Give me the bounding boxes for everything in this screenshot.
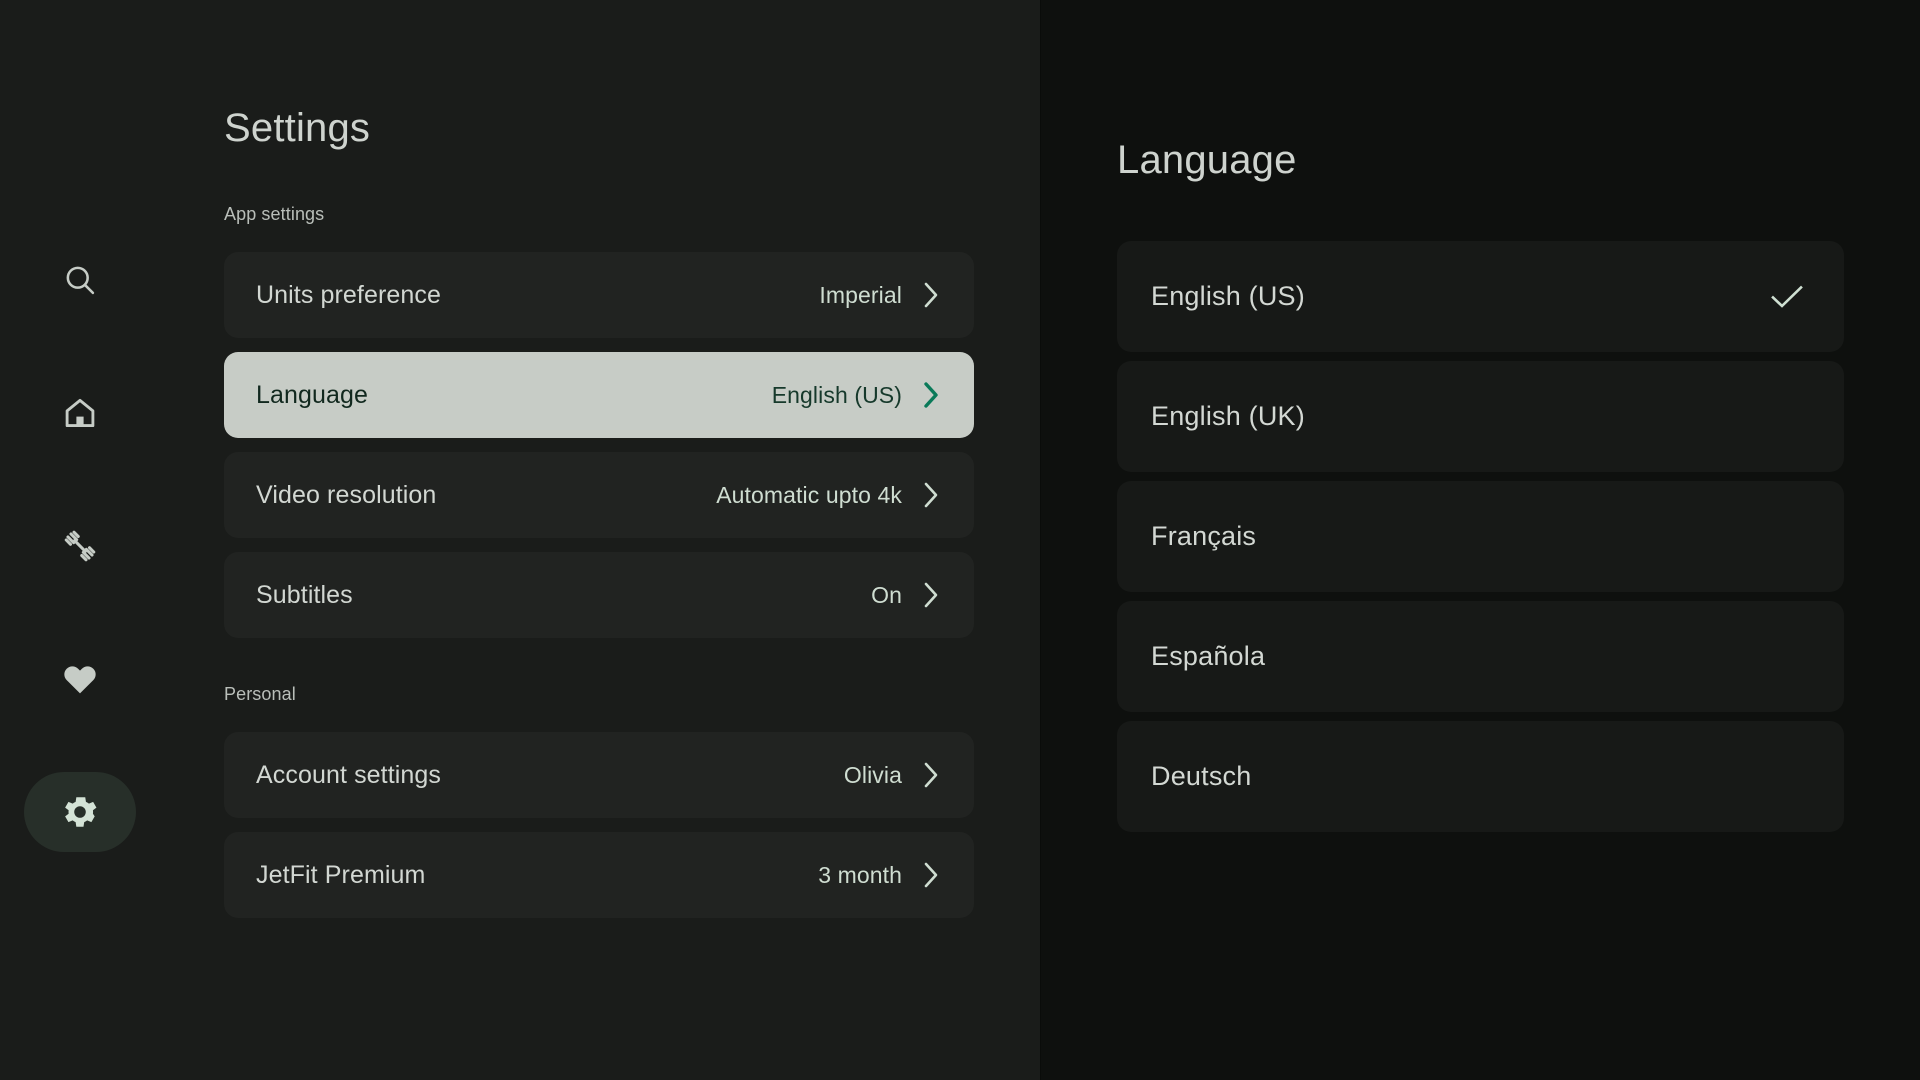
setting-value: Automatic upto 4k — [716, 481, 902, 508]
setting-value: Imperial — [819, 281, 902, 308]
setting-row-units-preference[interactable]: Units preference Imperial — [224, 252, 974, 338]
sidebar-item-settings[interactable] — [24, 772, 136, 852]
setting-value: On — [871, 581, 902, 608]
language-option-label: Española — [1151, 641, 1266, 671]
setting-label: Language — [256, 380, 369, 409]
language-option-label: Français — [1151, 521, 1257, 551]
setting-row-account-settings[interactable]: Account settings Olivia — [224, 732, 974, 818]
language-option-english-us[interactable]: English (US) — [1117, 241, 1844, 352]
check-icon — [1770, 284, 1804, 310]
sidebar-item-favorites[interactable] — [24, 639, 136, 719]
chevron-right-icon — [920, 858, 942, 892]
sidebar-nav — [0, 0, 160, 1080]
language-option-deutsch[interactable]: Deutsch — [1117, 721, 1844, 832]
section-label-personal: Personal — [224, 684, 296, 704]
setting-row-right: 3 month — [818, 858, 942, 892]
setting-row-right: On — [871, 578, 942, 612]
language-option-label: English (US) — [1151, 281, 1305, 311]
language-panel: Language English (US) English (UK) Franç… — [1041, 0, 1920, 1080]
settings-list-personal: Account settings Olivia JetFit Premium 3… — [224, 732, 974, 918]
sidebar-nav-list — [24, 240, 136, 852]
heart-icon — [61, 660, 99, 698]
check-icon — [1770, 764, 1804, 790]
setting-label: Account settings — [256, 760, 442, 789]
language-option-list: English (US) English (UK) Français Españ… — [1117, 241, 1844, 832]
gear-icon — [59, 791, 101, 833]
dumbbell-icon — [61, 527, 99, 565]
chevron-right-icon — [920, 758, 942, 792]
chevron-right-icon — [920, 578, 942, 612]
page-title: Settings — [224, 106, 371, 150]
check-icon — [1770, 404, 1804, 430]
setting-row-jetfit-premium[interactable]: JetFit Premium 3 month — [224, 832, 974, 918]
language-panel-title: Language — [1117, 138, 1297, 182]
sidebar-item-home[interactable] — [24, 373, 136, 453]
search-icon — [62, 262, 98, 298]
check-icon — [1770, 524, 1804, 550]
settings-screen: Settings App settings Units preference I… — [0, 0, 1920, 1080]
setting-row-right: Imperial — [819, 278, 942, 312]
settings-panel: Settings App settings Units preference I… — [160, 0, 1040, 1080]
sidebar-item-search[interactable] — [24, 240, 136, 320]
setting-value: English (US) — [771, 381, 902, 408]
check-icon — [1770, 644, 1804, 670]
language-option-label: Deutsch — [1151, 761, 1252, 791]
sidebar-item-workouts[interactable] — [24, 506, 136, 586]
setting-row-language[interactable]: Language English (US) — [224, 352, 974, 438]
setting-value: Olivia — [843, 761, 902, 788]
language-option-label: English (UK) — [1151, 401, 1305, 431]
chevron-right-icon — [920, 478, 942, 512]
setting-label: Subtitles — [256, 580, 353, 609]
setting-row-right: Olivia — [844, 758, 942, 792]
setting-value: 3 month — [818, 861, 902, 888]
language-option-english-uk[interactable]: English (UK) — [1117, 361, 1844, 472]
setting-row-subtitles[interactable]: Subtitles On — [224, 552, 974, 638]
setting-label: JetFit Premium — [256, 860, 426, 889]
settings-list-app: Units preference Imperial Language Engli… — [224, 252, 974, 638]
setting-row-right: English (US) — [772, 378, 942, 412]
home-icon — [62, 395, 98, 431]
language-option-espanola[interactable]: Española — [1117, 601, 1844, 712]
chevron-right-icon — [920, 278, 942, 312]
chevron-right-icon — [920, 378, 942, 412]
setting-row-right: Automatic upto 4k — [716, 478, 942, 512]
setting-label: Units preference — [256, 280, 442, 309]
setting-label: Video resolution — [256, 480, 437, 509]
language-option-francais[interactable]: Français — [1117, 481, 1844, 592]
setting-row-video-resolution[interactable]: Video resolution Automatic upto 4k — [224, 452, 974, 538]
section-label-app-settings: App settings — [224, 204, 325, 224]
